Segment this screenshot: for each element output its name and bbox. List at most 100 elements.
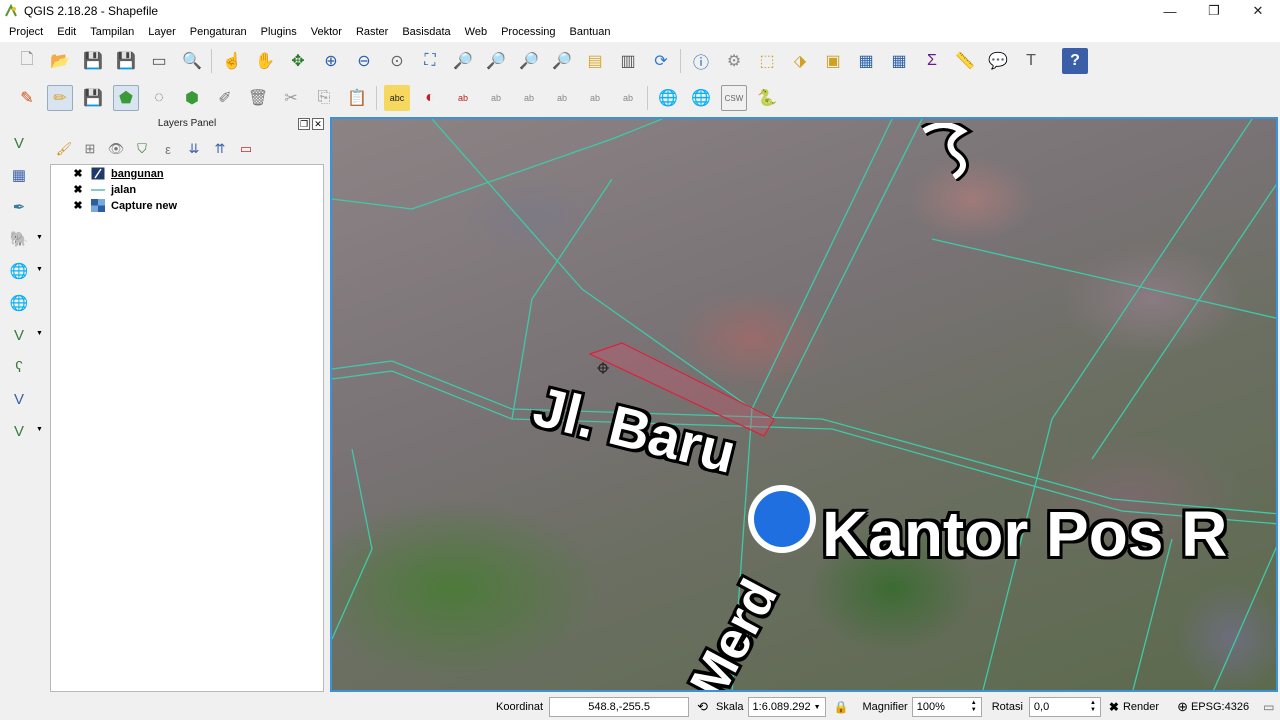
current-edits-icon[interactable]: ✎ xyxy=(14,85,40,111)
add-wms-layer-icon[interactable]: 🌐 xyxy=(6,258,32,284)
rotation-spinbox[interactable]: 0,0 ▲ ▼ xyxy=(1028,697,1101,717)
refresh-icon[interactable]: ⟳ xyxy=(648,48,674,74)
node-tool-icon[interactable]: ✐ xyxy=(212,85,238,111)
chevron-down-icon[interactable]: ▼ xyxy=(36,426,43,433)
coordinate-field[interactable]: 548.8,-255.5 xyxy=(549,697,690,717)
menu-web[interactable]: Web xyxy=(458,26,494,38)
close-panel-icon[interactable]: ✕ xyxy=(312,118,324,130)
filter-legend-icon[interactable]: ⛉ xyxy=(132,141,152,157)
remove-layer-icon[interactable]: ▭ xyxy=(236,141,256,157)
chevron-down-icon[interactable]: ▼ xyxy=(36,234,43,241)
add-virtual-layer-icon[interactable]: ʕ xyxy=(6,354,32,380)
lock-scale-icon[interactable]: 🔒 xyxy=(834,700,849,714)
change-label-icon[interactable]: ab xyxy=(615,85,641,111)
copy-features-icon[interactable]: ⎘ xyxy=(311,85,337,111)
menu-tampilan[interactable]: Tampilan xyxy=(83,26,141,38)
add-spatialite-layer-icon[interactable]: ✒ xyxy=(6,194,32,220)
add-wfs-layer-icon[interactable]: V xyxy=(6,322,32,348)
show-hide-labels-icon[interactable]: ab xyxy=(516,85,542,111)
pan-to-selection-icon[interactable]: ✥ xyxy=(285,48,311,74)
menu-pengaturan[interactable]: Pengaturan xyxy=(183,26,254,38)
save-as-icon[interactable]: 💾 xyxy=(113,48,139,74)
pan-map-icon[interactable]: ✋ xyxy=(252,48,278,74)
layer-item-capture-new[interactable]: ✖ Capture new xyxy=(51,198,323,213)
delete-selected-icon[interactable]: 🗑 xyxy=(245,85,271,111)
zoom-full-icon[interactable]: ⛶ xyxy=(417,48,443,74)
zoom-last-icon[interactable]: 🔎 xyxy=(516,48,542,74)
crs-status[interactable]: EPSG:4326 xyxy=(1191,701,1249,713)
open-project-icon[interactable]: 📂 xyxy=(47,48,73,74)
layer-diagram-icon[interactable]: ◐ xyxy=(417,85,443,111)
menu-raster[interactable]: Raster xyxy=(349,26,395,38)
metasearch-catalog-icon[interactable]: 🌐 xyxy=(688,85,714,111)
zoom-native-icon[interactable]: ⊙ xyxy=(384,48,410,74)
show-bookmarks-icon[interactable]: ▥ xyxy=(615,48,641,74)
magnifier-spinbox[interactable]: 100% ▲ ▼ xyxy=(911,697,982,717)
field-calculator-icon[interactable]: ▦ xyxy=(886,48,912,74)
toggle-editing-icon[interactable]: ✏ xyxy=(47,85,73,111)
touch-zoom-icon[interactable]: ☝ xyxy=(219,48,245,74)
select-by-value-icon[interactable]: ⬗ xyxy=(787,48,813,74)
menu-edit[interactable]: Edit xyxy=(50,26,83,38)
text-annotation-icon[interactable]: T xyxy=(1018,48,1044,74)
menu-vektor[interactable]: Vektor xyxy=(304,26,349,38)
menu-basisdata[interactable]: Basisdata xyxy=(395,26,457,38)
manage-visibility-icon[interactable]: 👁 xyxy=(106,141,126,157)
save-project-icon[interactable]: 💾 xyxy=(80,48,106,74)
add-group-icon[interactable]: ⊞ xyxy=(80,141,100,157)
add-vector-layer-icon[interactable]: V xyxy=(6,130,32,156)
composer-manager-icon[interactable]: 🔍 xyxy=(179,48,205,74)
deselect-features-icon[interactable]: ▣ xyxy=(820,48,846,74)
toggle-coordinate-display-icon[interactable]: ⟲ xyxy=(697,699,708,715)
maximize-button[interactable]: ❐ xyxy=(1192,0,1236,22)
add-postgis-layer-icon[interactable]: 🐘 xyxy=(6,226,32,252)
run-feature-action-icon[interactable]: ⚙ xyxy=(721,48,747,74)
move-label-icon[interactable]: ab xyxy=(549,85,575,111)
add-delimited-text-icon[interactable]: V xyxy=(6,386,32,412)
save-edits-icon[interactable]: 💾 xyxy=(80,85,106,111)
menu-bantuan[interactable]: Bantuan xyxy=(563,26,618,38)
new-print-composer-icon[interactable]: ▭ xyxy=(146,48,172,74)
zoom-in-icon[interactable]: ⊕ xyxy=(318,48,344,74)
layer-visibility-checkbox[interactable]: ✖ xyxy=(73,200,83,211)
map-canvas[interactable]: Jl. Baru Kantor Pos R Merd xyxy=(330,117,1278,692)
layer-labeling-icon[interactable]: abc xyxy=(384,85,410,111)
cut-features-icon[interactable]: ✂ xyxy=(278,85,304,111)
layer-item-jalan[interactable]: ✖ jalan xyxy=(51,182,323,197)
highlight-pinned-labels-icon[interactable]: ab xyxy=(450,85,476,111)
menu-plugins[interactable]: Plugins xyxy=(254,26,304,38)
move-feature-icon[interactable]: ⬢ xyxy=(179,85,205,111)
paste-features-icon[interactable]: 📋 xyxy=(344,85,370,111)
scale-combobox[interactable]: 1:6.089.292 ▼ xyxy=(747,697,826,717)
add-raster-layer-icon[interactable]: ▦ xyxy=(6,162,32,188)
new-bookmark-icon[interactable]: ▤ xyxy=(582,48,608,74)
messages-icon[interactable]: ▭ xyxy=(1263,700,1274,714)
metasearch-icon[interactable]: 🌐 xyxy=(655,85,681,111)
close-button[interactable]: ✕ xyxy=(1236,0,1280,22)
chevron-down-icon[interactable]: ▼ xyxy=(36,266,43,273)
render-checkbox[interactable]: ✖ xyxy=(1109,700,1119,714)
map-tips-icon[interactable]: 💬 xyxy=(985,48,1011,74)
new-shapefile-layer-icon[interactable]: V xyxy=(6,418,32,444)
pin-labels-icon[interactable]: ab xyxy=(483,85,509,111)
add-wcs-layer-icon[interactable]: 🌐 xyxy=(6,290,32,316)
help-icon[interactable]: ? xyxy=(1062,48,1088,74)
zoom-out-icon[interactable]: ⊖ xyxy=(351,48,377,74)
python-console-icon[interactable]: 🐍 xyxy=(754,85,780,111)
zoom-to-selection-icon[interactable]: 🔎 xyxy=(450,48,476,74)
zoom-next-icon[interactable]: 🔎 xyxy=(549,48,575,74)
float-panel-icon[interactable]: ❐ xyxy=(298,118,310,130)
menu-processing[interactable]: Processing xyxy=(494,26,562,38)
select-features-icon[interactable]: ⬚ xyxy=(754,48,780,74)
expand-all-icon[interactable]: ⇊ xyxy=(184,141,204,157)
new-project-icon[interactable]: 🗋 xyxy=(14,48,40,74)
attribute-table-icon[interactable]: ▦ xyxy=(853,48,879,74)
layer-visibility-checkbox[interactable]: ✖ xyxy=(73,168,83,179)
csw-icon[interactable]: CSW xyxy=(721,85,747,111)
zoom-to-layer-icon[interactable]: 🔎 xyxy=(483,48,509,74)
filter-by-expression-icon[interactable]: ε xyxy=(158,142,178,157)
measure-line-icon[interactable]: 📏 xyxy=(952,48,978,74)
layer-item-bangunan[interactable]: ✖ bangunan xyxy=(51,166,323,181)
add-circular-string-icon[interactable]: ◌ xyxy=(146,85,172,111)
add-feature-icon[interactable]: ⬟ xyxy=(113,85,139,111)
